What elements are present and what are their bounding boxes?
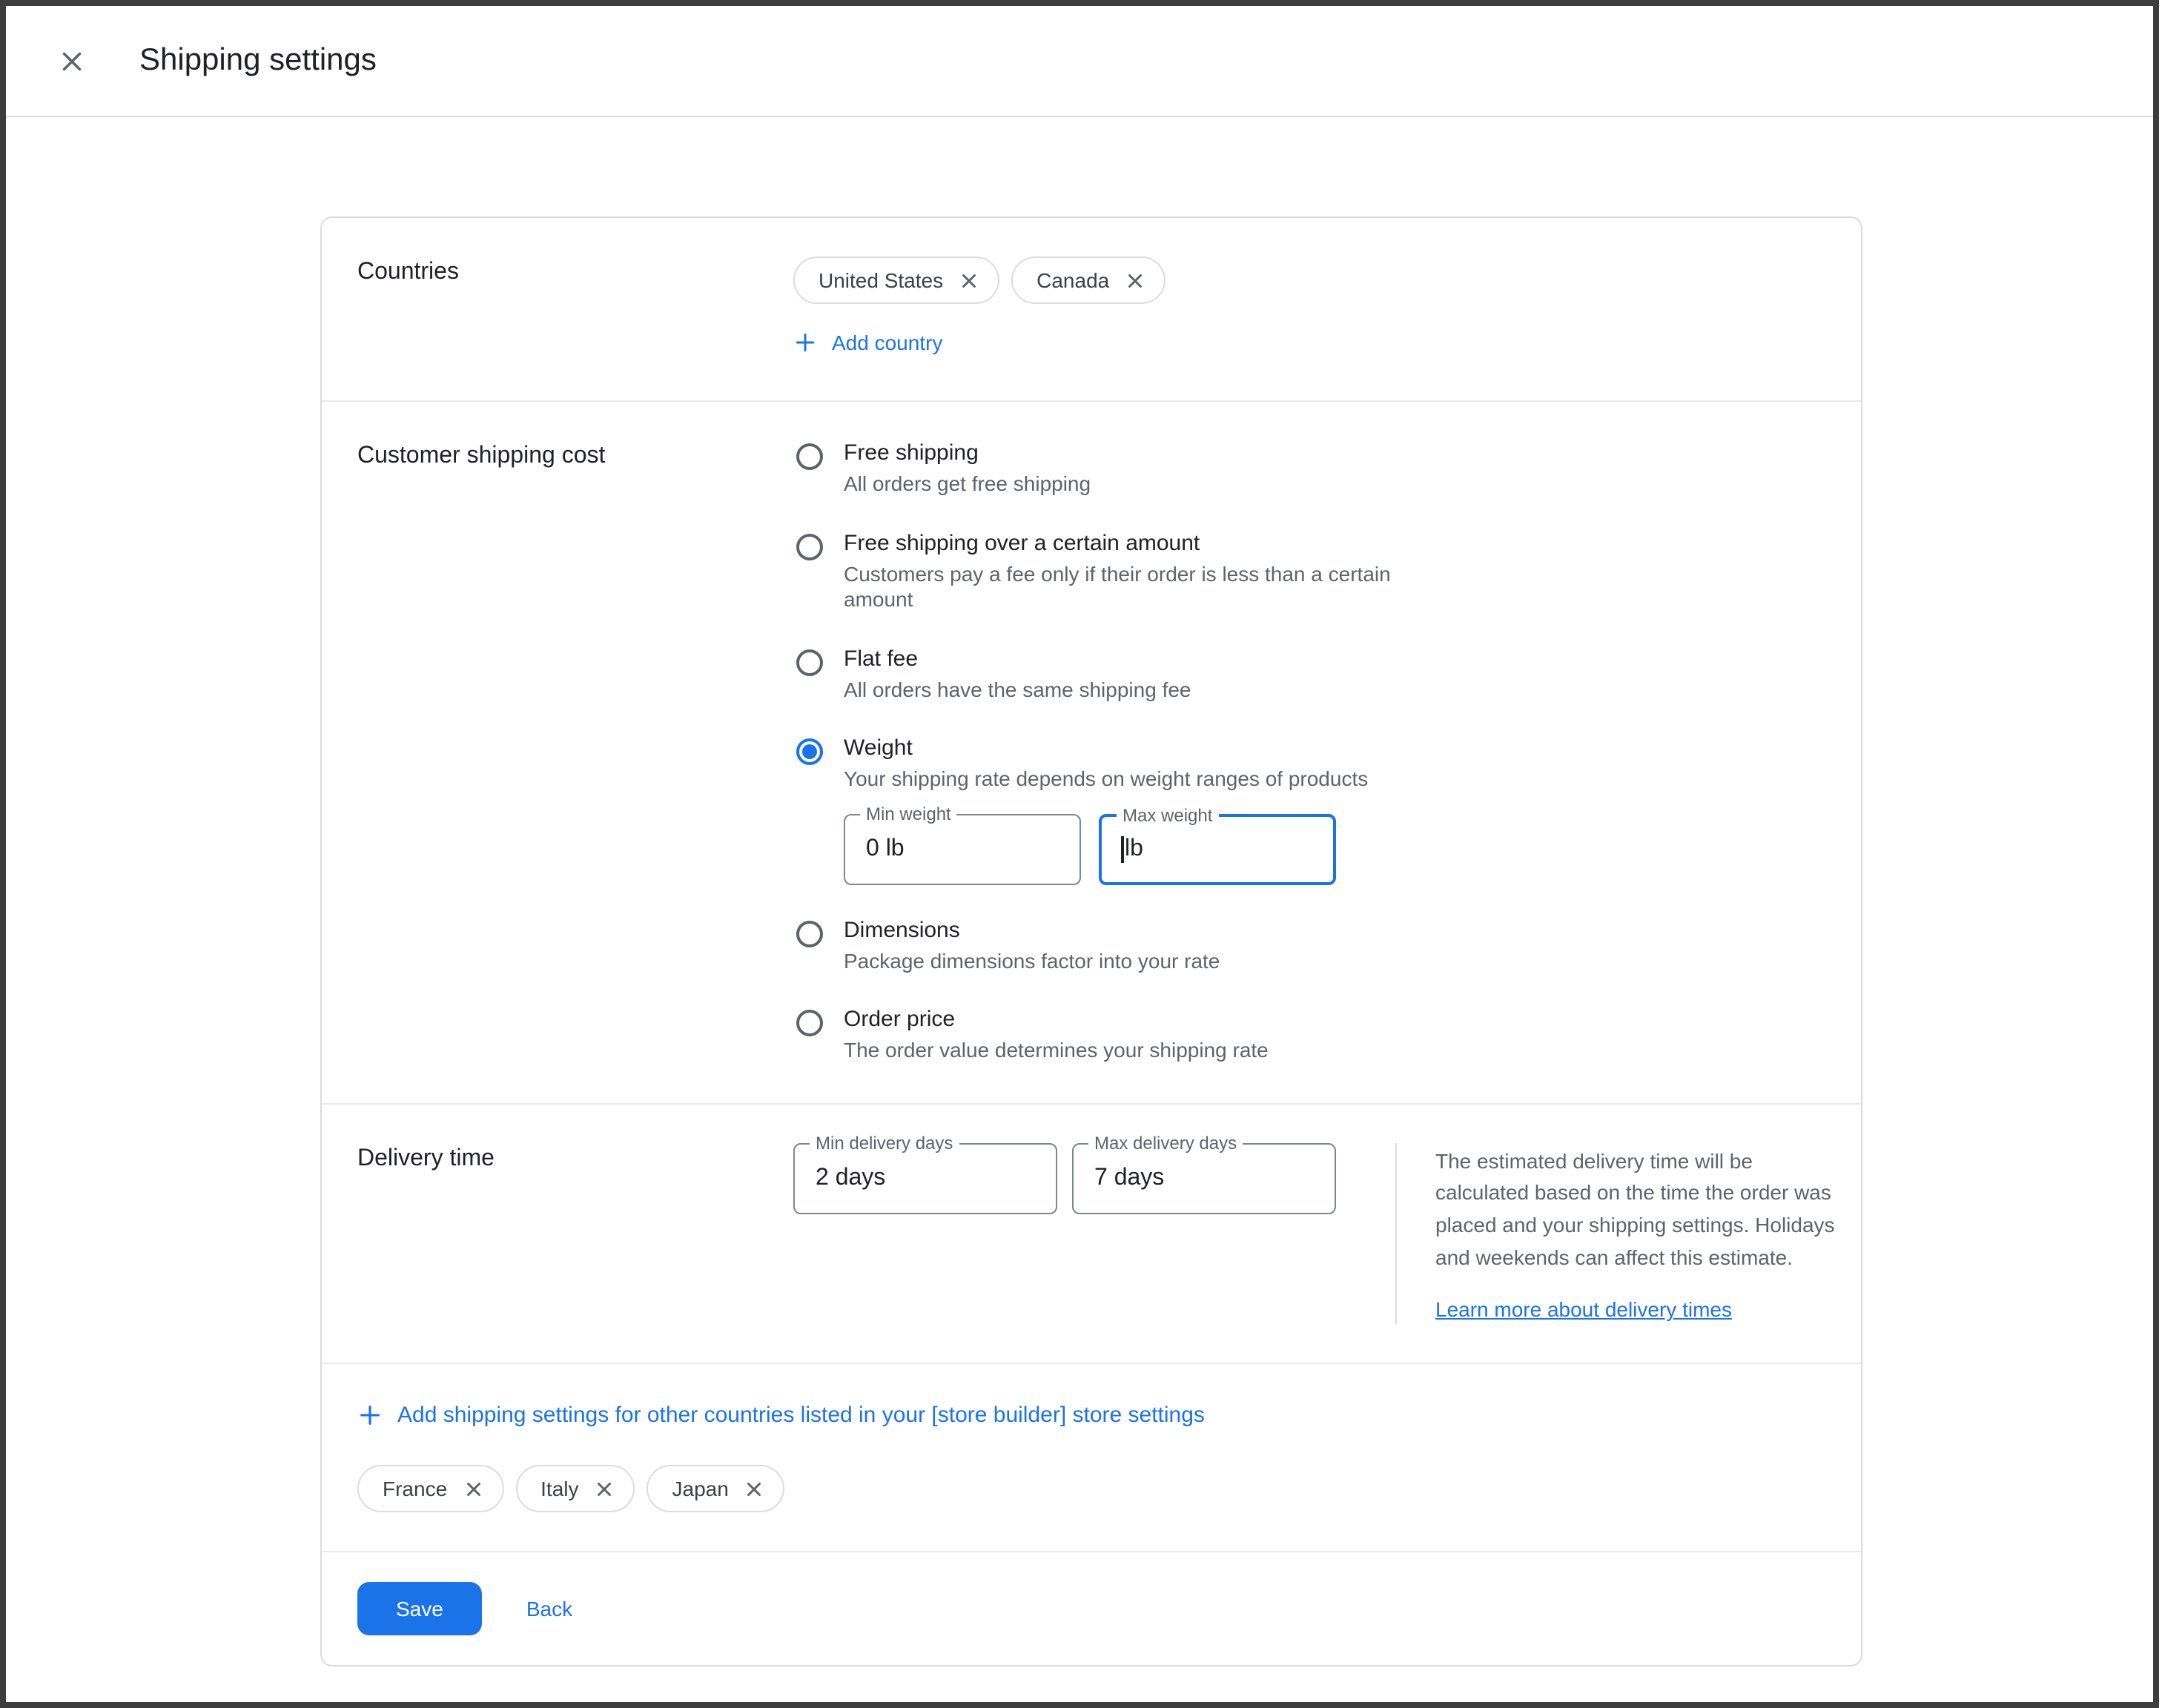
country-chip-france[interactable]: France [357,1466,503,1513]
radio-button[interactable] [796,920,823,947]
field-value: 7 days [1094,1165,1164,1191]
close-icon [56,45,87,76]
option-dimensions[interactable]: Dimensions Package dimensions factor int… [793,917,1825,974]
chip-label: Italy [540,1477,578,1501]
countries-section: Countries United States Canada [322,218,1861,402]
field-label: Max delivery days [1088,1133,1243,1151]
radio-button-selected[interactable] [796,738,823,765]
add-country-button[interactable]: Add country [793,331,942,354]
option-weight[interactable]: Weight Your shipping rate depends on wei… [793,735,1825,884]
close-icon [462,1478,484,1500]
chip-label: United States [819,268,943,292]
add-other-countries-label: Add shipping settings for other countrie… [397,1403,1205,1429]
close-icon [958,269,980,291]
country-chip-canada[interactable]: Canada [1011,256,1166,304]
option-description: Customers pay a fee only if their order … [844,561,1407,613]
delivery-fields: Min delivery days 2 days Max delivery da… [793,1142,1336,1325]
text-cursor [1121,835,1123,862]
option-description: Your shipping rate depends on weight ran… [844,767,1368,792]
option-description: The order value determines your shipping… [844,1038,1269,1064]
footer-actions: Save Back [322,1553,1861,1666]
dialog-header: Shipping settings [6,6,2153,117]
remove-country-button[interactable] [744,1478,766,1500]
weight-fields: Min weight 0 lb Max weight lb [844,813,1368,884]
option-title: Free shipping [844,440,1091,466]
option-description: All orders have the same shipping fee [844,677,1191,703]
min-weight-field[interactable]: Min weight 0 lb [844,813,1081,884]
field-label: Min delivery days [810,1133,959,1151]
add-other-countries-button[interactable]: Add shipping settings for other countrie… [357,1403,1205,1429]
option-title: Free shipping over a certain amount [844,530,1407,555]
field-label: Min weight [860,804,957,822]
add-country-label: Add country [832,331,942,354]
countries-chip-row: United States Canada [793,256,1825,304]
remove-country-button[interactable] [462,1478,484,1500]
delivery-note: The estimated delivery time will be calc… [1435,1142,1848,1274]
field-value: 0 lb [866,835,905,862]
option-order-price[interactable]: Order price The order value determines y… [793,1007,1825,1064]
vertical-divider [1395,1142,1397,1325]
option-title: Flat fee [844,646,1191,671]
close-button[interactable] [53,43,89,79]
chip-label: Japan [672,1477,729,1501]
country-chip-japan[interactable]: Japan [647,1466,785,1513]
radio-button[interactable] [796,649,823,675]
option-title: Dimensions [844,917,1220,942]
remove-country-button[interactable] [958,269,980,291]
back-button[interactable]: Back [526,1598,572,1621]
min-delivery-days-field[interactable]: Min delivery days 2 days [793,1142,1057,1214]
max-weight-field[interactable]: Max weight lb [1099,813,1336,884]
country-chip-united-states[interactable]: United States [793,256,999,304]
shipping-cost-label: Customer shipping cost [357,440,793,1064]
countries-label: Countries [357,256,793,362]
shipping-settings-dialog: Shipping settings Countries United State… [6,6,2153,1702]
delivery-time-section: Delivery time Min delivery days 2 days M… [322,1104,1861,1365]
shipping-cost-options: Free shipping All orders get free shippi… [793,440,1825,1064]
chip-label: Canada [1036,268,1109,292]
option-title: Order price [844,1007,1269,1032]
remove-country-button[interactable] [594,1478,616,1500]
option-title: Weight [844,735,1368,761]
option-free-shipping-over-amount[interactable]: Free shipping over a certain amount Cust… [793,530,1825,613]
delivery-time-label: Delivery time [357,1142,793,1325]
option-flat-fee[interactable]: Flat fee All orders have the same shippi… [793,646,1825,703]
page-title: Shipping settings [139,43,377,79]
option-description: All orders get free shipping [844,471,1091,497]
other-countries-section: Add shipping settings for other countrie… [322,1365,1861,1553]
close-icon [594,1478,616,1500]
close-icon [744,1478,766,1500]
max-delivery-days-field[interactable]: Max delivery days 7 days [1072,1142,1336,1214]
settings-card: Countries United States Canada [320,216,1862,1667]
radio-button[interactable] [796,533,823,560]
radio-button[interactable] [796,443,823,470]
option-description: Package dimensions factor into your rate [844,948,1220,974]
field-value: lb [1125,835,1143,862]
radio-button[interactable] [796,1010,823,1036]
plus-icon [793,331,817,354]
delivery-times-link[interactable]: Learn more about delivery times [1435,1298,1732,1322]
other-countries-chip-row: France Italy [357,1466,1825,1513]
field-label: Max weight [1117,806,1218,824]
country-chip-italy[interactable]: Italy [515,1466,635,1513]
option-free-shipping[interactable]: Free shipping All orders get free shippi… [793,440,1825,497]
close-icon [1124,269,1146,291]
shipping-cost-section: Customer shipping cost Free shipping All… [322,402,1861,1104]
save-button[interactable]: Save [357,1583,482,1636]
remove-country-button[interactable] [1124,269,1146,291]
chip-label: France [383,1477,447,1501]
plus-icon [357,1403,383,1429]
field-value: 2 days [816,1165,885,1191]
